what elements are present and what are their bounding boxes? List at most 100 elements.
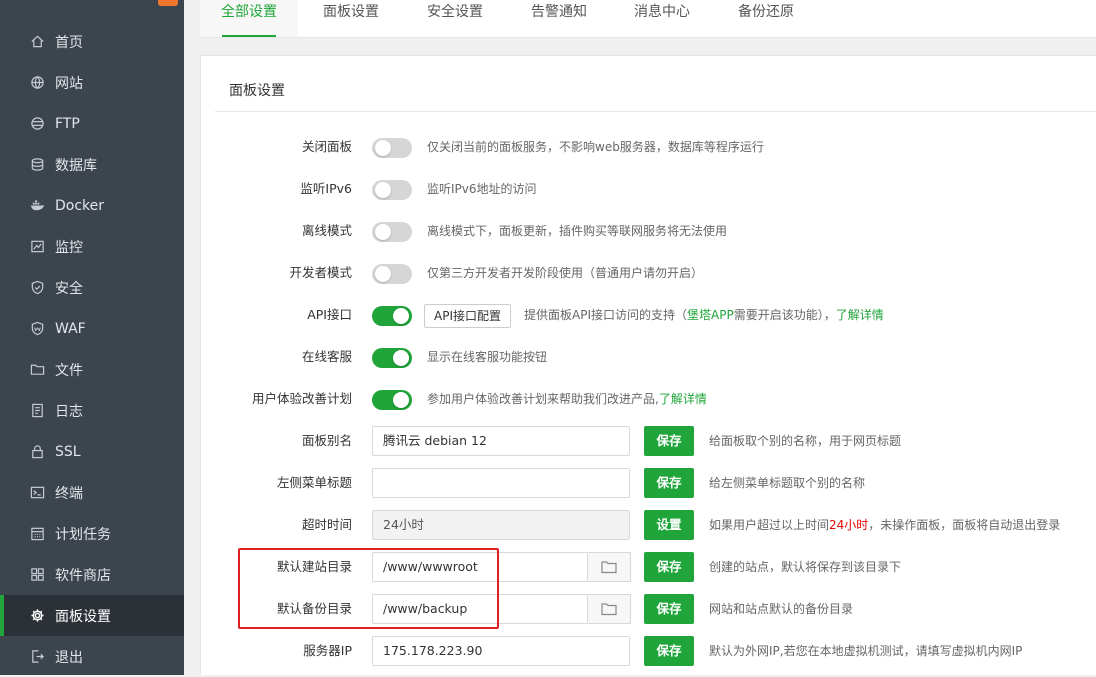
tab-message-center[interactable]: 消息中心 (621, 0, 703, 37)
update-badge[interactable] (158, 0, 178, 6)
tab-underline (222, 35, 276, 37)
offline-mode-toggle[interactable] (372, 222, 412, 242)
settings-tabs: 全部设置 面板设置 安全设置 告警通知 消息中心 备份还原 (200, 0, 1096, 38)
sidebar-item-waf[interactable]: WAF (0, 308, 184, 349)
row-description: 给面板取个别的名称，用于网页标题 (709, 434, 902, 448)
api-toggle[interactable] (372, 306, 412, 326)
tab-alert-notify[interactable]: 告警通知 (518, 0, 600, 37)
row-description: 离线模式下，面板更新，插件购买等联网服务将无法使用 (427, 224, 728, 238)
row-close-panel: 关闭面板 仅关闭当前的面板服务，不影响web服务器，数据库等程序运行 (201, 130, 1096, 164)
online-service-toggle[interactable] (372, 348, 412, 368)
row-panel-alias: 面板别名 腾讯云 debian 12 保存 给面板取个别的名称，用于网页标题 (201, 426, 1096, 460)
row-description: 仅第三方开发者开发阶段使用（普通用户请勿开启） (427, 266, 704, 280)
sidebar-item-cron[interactable]: 计划任务 (0, 513, 184, 554)
logout-icon (29, 649, 45, 665)
backup-dir-folder-button[interactable] (588, 594, 631, 624)
gear-icon (29, 608, 45, 624)
row-label: 用户体验改善计划 (251, 391, 352, 406)
sidebar-item-label: 文件 (55, 362, 83, 379)
home-icon (29, 34, 45, 50)
tab-all-settings[interactable]: 全部设置 (200, 0, 298, 37)
row-online-service: 在线客服 显示在线客服功能按钮 (201, 340, 1096, 374)
sidebar-item-label: 首页 (55, 34, 83, 51)
row-label: 左侧菜单标题 (276, 475, 352, 490)
ux-learn-more-link[interactable]: 了解详情 (659, 392, 707, 406)
row-timeout: 超时时间 24小时 设置 如果用户超过以上时间24小时，未操作面板，面板将自动退… (201, 510, 1096, 544)
sidebar-item-docker[interactable]: Docker (0, 185, 184, 226)
sidebar-item-files[interactable]: 文件 (0, 349, 184, 390)
sidebar-item-logs[interactable]: 日志 (0, 390, 184, 431)
close-panel-toggle[interactable] (372, 138, 412, 158)
sidebar-item-label: 退出 (55, 649, 83, 666)
row-label: 关闭面板 (301, 139, 352, 154)
sidebar-item-terminal[interactable]: 终端 (0, 472, 184, 513)
calendar-icon (29, 526, 45, 542)
toggle-knob (393, 308, 409, 324)
sidebar-item-label: 监控 (55, 239, 83, 256)
sidebar-item-ftp[interactable]: FTP (0, 103, 184, 144)
database-icon (29, 157, 45, 173)
row-description: 仅关闭当前的面板服务，不影响web服务器，数据库等程序运行 (427, 140, 764, 154)
save-site-dir-button[interactable]: 保存 (644, 552, 694, 582)
sidebar-item-label: FTP (55, 115, 80, 132)
sidebar-item-home[interactable]: 首页 (0, 21, 184, 62)
ux-plan-toggle[interactable] (372, 390, 412, 410)
app-name: 堡塔APP (687, 308, 734, 322)
waf-icon (29, 321, 45, 337)
sidebar-item-database[interactable]: 数据库 (0, 144, 184, 185)
toggle-knob (375, 182, 391, 198)
row-label: 离线模式 (301, 223, 352, 238)
store-icon (29, 567, 45, 583)
sidebar-item-logout[interactable]: 退出 (0, 636, 184, 677)
timeout-input: 24小时 (372, 510, 630, 540)
sidebar-item-monitor[interactable]: 监控 (0, 226, 184, 267)
server-ip-input[interactable]: 175.178.223.90 (372, 636, 630, 666)
highlight-box (238, 548, 499, 629)
row-label: 面板别名 (301, 433, 352, 448)
sidebar-item-store[interactable]: 软件商店 (0, 554, 184, 595)
sidebar-item-website[interactable]: 网站 (0, 62, 184, 103)
sidebar-item-label: 面板设置 (55, 608, 111, 625)
row-menu-title: 左侧菜单标题 保存 给左侧菜单标题取个别的名称 (201, 468, 1096, 502)
set-timeout-button[interactable]: 设置 (644, 510, 694, 540)
sidebar-item-security[interactable]: 安全 (0, 267, 184, 308)
shield-icon (29, 280, 45, 296)
row-description: 网站和站点默认的备份目录 (709, 602, 854, 616)
folder-icon (601, 603, 617, 616)
toggle-knob (375, 266, 391, 282)
save-server-ip-button[interactable]: 保存 (644, 636, 694, 666)
ftp-icon (29, 116, 45, 132)
folder-icon (601, 561, 617, 574)
sidebar-header (0, 0, 184, 12)
log-icon (29, 403, 45, 419)
save-menu-title-button[interactable]: 保存 (644, 468, 694, 498)
row-label: API接口 (307, 307, 352, 322)
sidebar-item-label: 软件商店 (55, 567, 111, 584)
tab-panel-settings[interactable]: 面板设置 (310, 0, 392, 37)
tab-backup-restore[interactable]: 备份还原 (725, 0, 807, 37)
sidebar-item-label: WAF (55, 320, 86, 337)
panel-alias-input[interactable]: 腾讯云 debian 12 (372, 426, 630, 456)
row-description: 如果用户超过以上时间24小时，未操作面板，面板将自动退出登录 (709, 518, 1061, 532)
tab-security-settings[interactable]: 安全设置 (414, 0, 496, 37)
menu-title-input[interactable] (372, 468, 630, 498)
api-config-button[interactable]: API接口配置 (424, 304, 511, 328)
sidebar-item-label: 终端 (55, 485, 83, 502)
sidebar-item-label: 网站 (55, 75, 83, 92)
ssl-icon (29, 444, 45, 460)
save-alias-button[interactable]: 保存 (644, 426, 694, 456)
row-label: 服务器IP (303, 643, 352, 658)
sidebar-item-label: 数据库 (55, 157, 97, 174)
save-backup-dir-button[interactable]: 保存 (644, 594, 694, 624)
row-label: 开发者模式 (289, 265, 352, 280)
sidebar-item-panel-settings[interactable]: 面板设置 (0, 595, 184, 636)
row-description: 给左侧菜单标题取个别的名称 (709, 476, 866, 490)
row-api: API接口 API接口配置 提供面板API接口访问的支持（堡塔APP需要开启该功… (201, 298, 1096, 332)
row-description: 显示在线客服功能按钮 (427, 350, 548, 364)
site-dir-folder-button[interactable] (588, 552, 631, 582)
sidebar-item-label: Docker (55, 197, 105, 214)
api-learn-more-link[interactable]: 了解详情 (836, 308, 884, 322)
developer-mode-toggle[interactable] (372, 264, 412, 284)
ipv6-toggle[interactable] (372, 180, 412, 200)
sidebar-item-ssl[interactable]: SSL (0, 431, 184, 472)
